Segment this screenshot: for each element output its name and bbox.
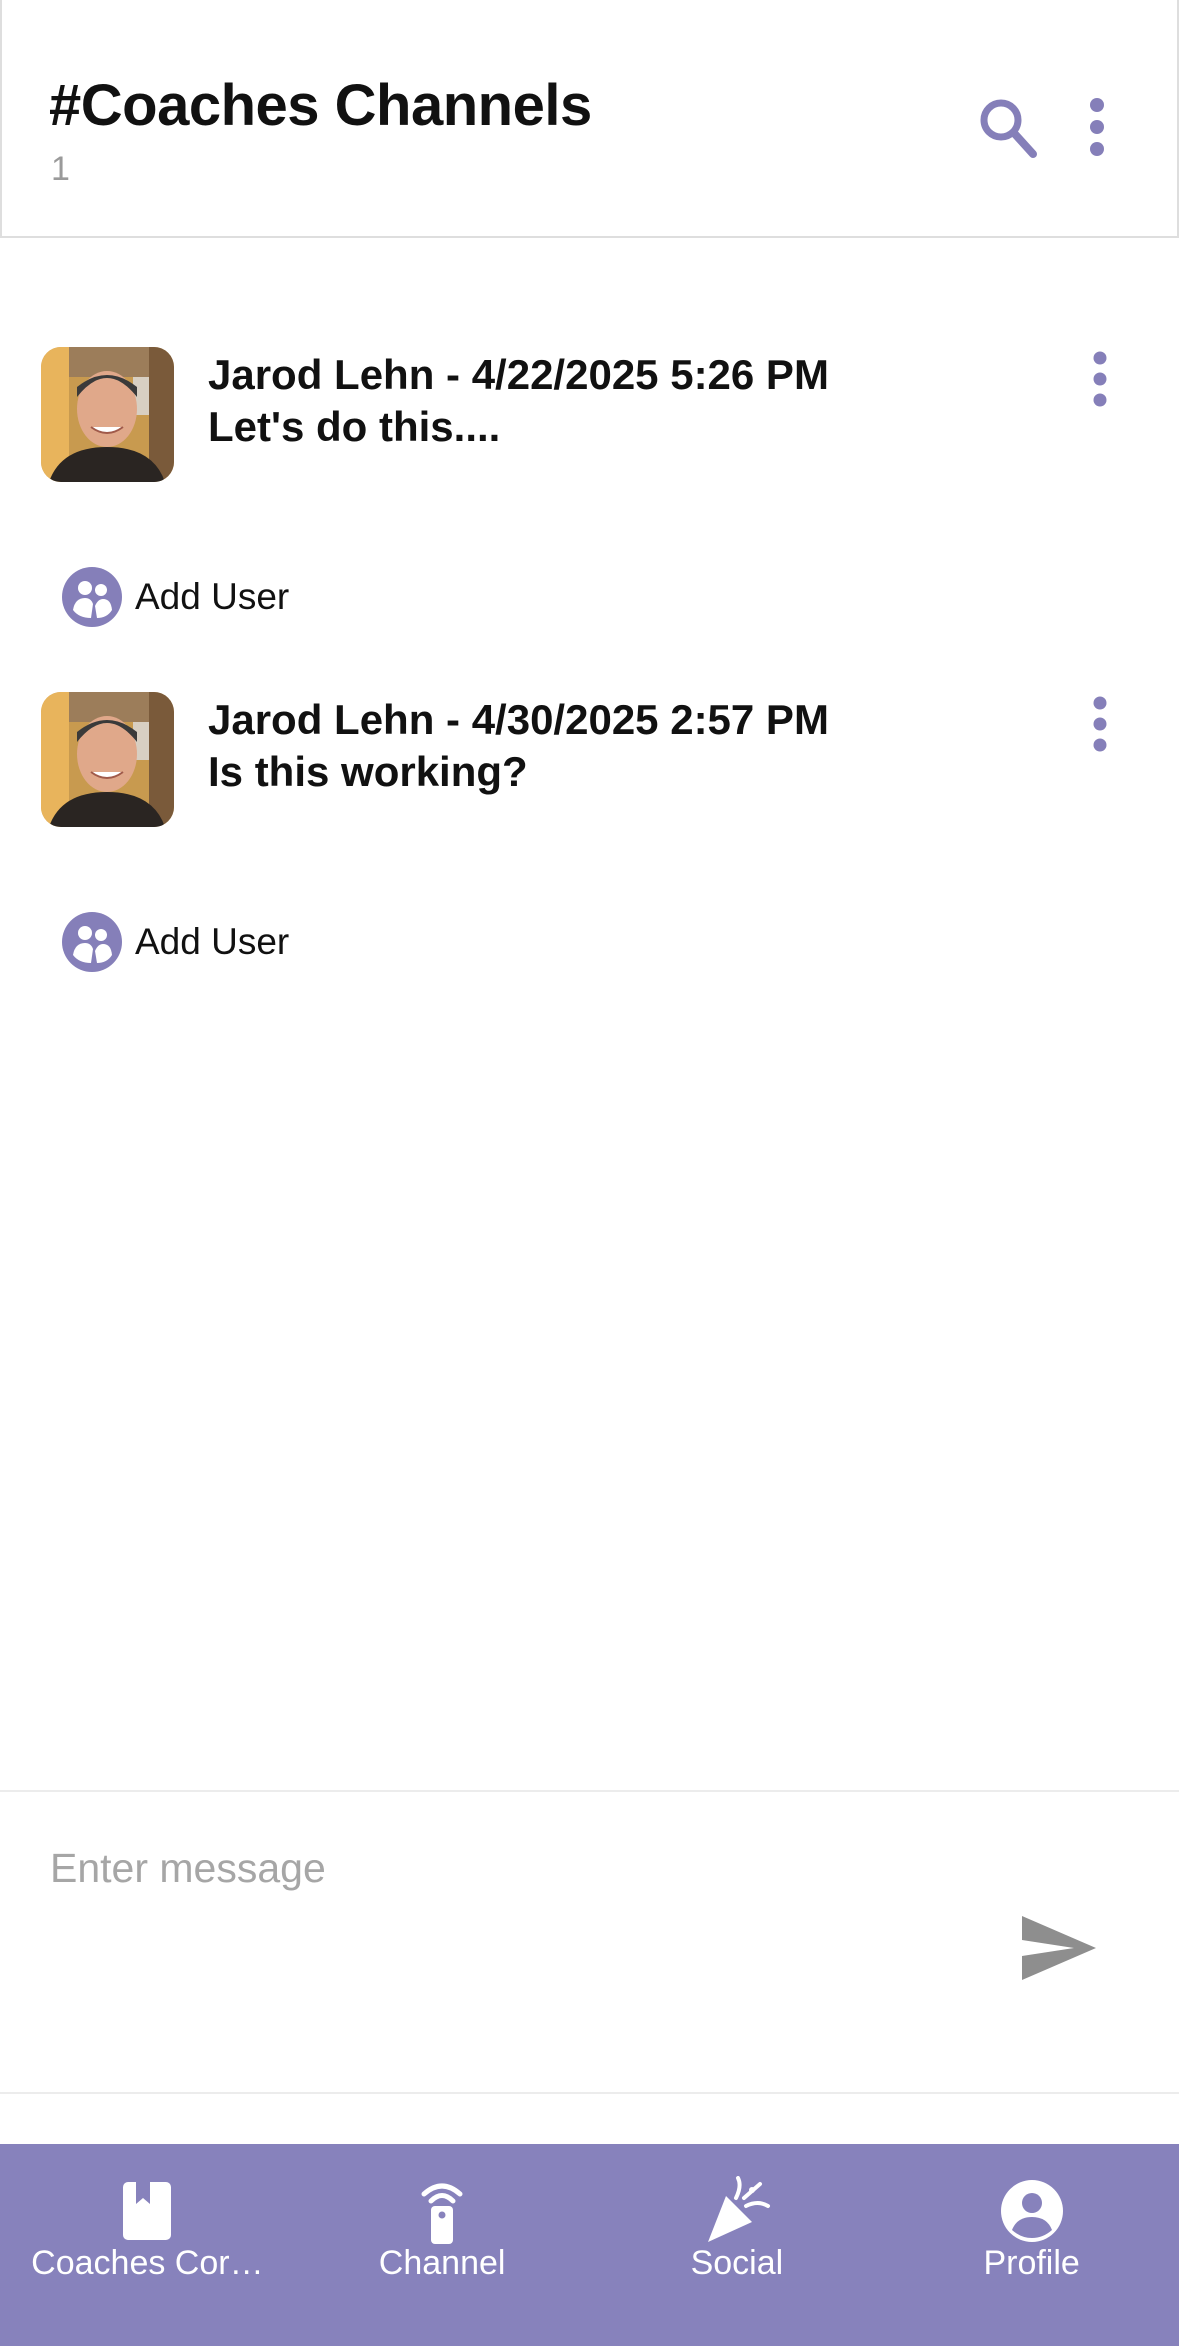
tab-label: Coaches Cor… <box>31 2244 264 2282</box>
message-more-icon[interactable] <box>1082 694 1118 754</box>
party-popper-icon <box>707 2176 770 2242</box>
add-user-label: Add User <box>135 921 290 962</box>
channel-title: #Coaches Channels <box>49 73 592 138</box>
send-icon[interactable] <box>1016 1912 1100 1984</box>
broadcast-icon <box>421 2183 463 2244</box>
message-more-icon[interactable] <box>1082 349 1118 409</box>
more-vertical-icon[interactable] <box>1080 95 1114 159</box>
channel-member-count: 1 <box>51 150 70 188</box>
add-user-button[interactable]: Add User <box>61 910 289 974</box>
account-circle-icon <box>1000 2180 1063 2242</box>
add-user-button[interactable]: Add User <box>61 565 289 629</box>
message-composer <box>0 1790 1179 2094</box>
message-item: Jarod Lehn - 4/22/2025 5:26 PM Let's do … <box>0 347 1179 497</box>
message-input[interactable] <box>48 1832 952 1904</box>
tab-coaches-corner[interactable]: Coaches Cor… <box>0 2144 295 2346</box>
tab-channel[interactable]: Channel <box>295 2144 590 2346</box>
tab-label: Profile <box>983 2244 1080 2282</box>
message-header: Jarod Lehn - 4/22/2025 5:26 PM <box>208 351 829 398</box>
group-add-icon <box>62 912 122 972</box>
tab-social[interactable]: Social <box>590 2144 885 2346</box>
add-user-label: Add User <box>135 576 290 617</box>
avatar[interactable] <box>41 347 174 482</box>
tab-label: Social <box>690 2244 784 2282</box>
group-add-icon <box>62 567 122 627</box>
message-text: Let's do this.... <box>208 403 501 450</box>
tab-profile[interactable]: Profile <box>884 2144 1179 2346</box>
message-header: Jarod Lehn - 4/30/2025 2:57 PM <box>208 696 829 743</box>
tab-label: Channel <box>378 2244 506 2282</box>
avatar[interactable] <box>41 692 174 827</box>
message-item: Jarod Lehn - 4/30/2025 2:57 PM Is this w… <box>0 692 1179 842</box>
bottom-tab-bar: Coaches Cor… Channel Social Profile <box>0 2144 1179 2346</box>
message-text: Is this working? <box>208 748 528 795</box>
search-icon[interactable] <box>977 92 1039 164</box>
book-icon <box>123 2182 172 2240</box>
channel-header: #Coaches Channels 1 <box>0 0 1179 238</box>
